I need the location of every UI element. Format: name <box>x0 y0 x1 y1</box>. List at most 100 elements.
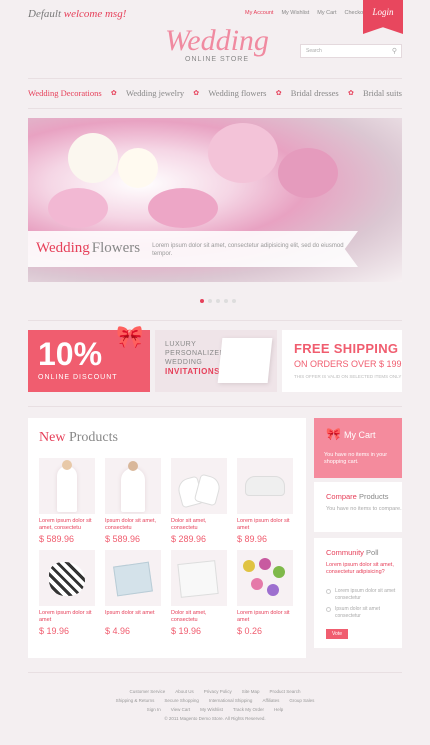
search-icon[interactable]: ⚲ <box>392 47 397 55</box>
product-name[interactable]: Dolor sit amet, consectetu <box>171 518 227 532</box>
main-menu: Wedding Decorations ✿ Wedding jewelry ✿ … <box>28 84 402 102</box>
slider-dot[interactable] <box>200 299 204 303</box>
login-button[interactable]: Login <box>363 0 403 34</box>
product-name[interactable]: Lorem ipsum dolor sit amet <box>237 610 293 624</box>
footer-link[interactable]: Affiliates <box>262 696 279 705</box>
my-account-link[interactable]: My Account <box>245 10 273 16</box>
shipping-title: FREE SHIPPING <box>294 341 399 356</box>
product-card[interactable]: Dolor sit amet, consectetu $ 19.96 <box>171 550 227 636</box>
my-cart-link[interactable]: My Cart <box>317 10 336 16</box>
product-image[interactable] <box>237 550 293 606</box>
site-logo[interactable]: Wedding ONLINE STORE <box>157 24 277 64</box>
poll-option-label: Ipsum dolor sit amet consectetur <box>335 606 381 619</box>
footer-link[interactable]: Help <box>274 705 283 714</box>
product-image[interactable] <box>105 458 161 514</box>
menu-item-bridal-dresses[interactable]: Bridal dresses <box>291 88 339 98</box>
logo-title: Wedding <box>165 24 269 57</box>
footer-link[interactable]: International Shipping <box>209 696 253 705</box>
product-name[interactable]: Lorem ipsum dolor sit amet <box>237 518 293 532</box>
flower-icon: ✿ <box>193 89 200 97</box>
product-image[interactable] <box>105 550 161 606</box>
poll-title-a: Community <box>326 548 364 557</box>
footer-link[interactable]: Sign In <box>147 705 161 714</box>
shipping-banner[interactable]: FREE SHIPPING ON ORDERS OVER $ 199 THIS … <box>282 330 402 392</box>
product-card[interactable]: Ipsum dolor sit amet $ 4.96 <box>105 550 161 636</box>
discount-label: ONLINE DISCOUNT <box>38 374 118 381</box>
footer-link[interactable]: Privacy Policy <box>204 687 232 696</box>
menu-item-bridal-suits[interactable]: Bridal suits <box>363 88 402 98</box>
slider-dot[interactable] <box>224 299 228 303</box>
product-card[interactable]: Lorem ipsum dolor sit amet $ 0.26 <box>237 550 293 636</box>
footer-link[interactable]: Track My Order <box>233 705 264 714</box>
inv-line1: LUXURY <box>165 341 197 348</box>
footer-link[interactable]: Site Map <box>242 687 260 696</box>
compare-title-a: Compare <box>326 492 357 501</box>
product-card[interactable]: Lorem ipsum dolor sit amet $ 19.96 <box>39 550 95 636</box>
invitation-card-image <box>217 338 273 383</box>
welcome-message: Default welcome msg! <box>28 8 126 20</box>
product-image[interactable] <box>39 458 95 514</box>
poll-title-b: Poll <box>366 548 379 557</box>
inv-line2: PERSONALIZED <box>165 350 226 357</box>
product-card[interactable]: Dolor sit amet, consectetu $ 289.96 <box>171 458 227 544</box>
flower-image <box>208 123 278 183</box>
top-links: My Account My Wishlist My Cart Checkout <box>245 10 368 16</box>
footer-link[interactable]: About Us <box>175 687 194 696</box>
product-name[interactable]: Lorem ipsum dolor sit amet, consectetu <box>39 518 95 532</box>
footer-row: Customer Service About Us Privacy Policy… <box>80 687 350 696</box>
slider-dot[interactable] <box>216 299 220 303</box>
slider-dot[interactable] <box>232 299 236 303</box>
flower-image <box>118 148 158 188</box>
footer-link[interactable]: Secure Shopping <box>164 696 199 705</box>
search-input[interactable]: Search ⚲ <box>300 44 402 58</box>
product-image[interactable] <box>171 550 227 606</box>
cart-title: My Cart <box>344 430 376 440</box>
compare-description: You have no items to compare. <box>326 506 402 512</box>
product-grid: Lorem ipsum dolor sit amet, consectetu $… <box>39 458 293 636</box>
poll-title: Community Poll <box>326 548 379 557</box>
product-image[interactable] <box>237 458 293 514</box>
product-name[interactable]: Dolor sit amet, consectetu <box>171 610 227 624</box>
menu-item-wedding-jewelry[interactable]: Wedding jewelry <box>126 88 184 98</box>
poll-option[interactable]: Lorem ipsum dolor sit amet consectetur <box>326 588 396 602</box>
copyright: © 2011 Magento Demo Store. All Rights Re… <box>164 716 266 721</box>
product-price: $ 4.96 <box>105 626 131 636</box>
menu-item-wedding-flowers[interactable]: Wedding flowers <box>208 88 266 98</box>
product-card[interactable]: Ipsum dolor sit amet, consectetu $ 589.9… <box>105 458 161 544</box>
footer-link[interactable]: Group Sales <box>289 696 314 705</box>
divider <box>28 672 402 673</box>
footer-link[interactable]: Shipping & Returns <box>116 696 155 705</box>
my-wishlist-link[interactable]: My Wishlist <box>281 10 309 16</box>
footer-link[interactable]: View Cart <box>171 705 190 714</box>
product-name[interactable]: Ipsum dolor sit amet <box>105 610 161 624</box>
discount-percent: 10% <box>38 336 103 372</box>
flower-icon: ✿ <box>347 89 354 97</box>
discount-banner[interactable]: 10% ONLINE DISCOUNT 🎀 <box>28 324 150 392</box>
divider <box>28 78 402 79</box>
compare-block: Compare Products You have no items to co… <box>314 482 402 532</box>
product-name[interactable]: Ipsum dolor sit amet, consectetu <box>105 518 161 532</box>
product-card[interactable]: Lorem ipsum dolor sit amet $ 89.96 <box>237 458 293 544</box>
product-price: $ 289.96 <box>171 534 207 544</box>
footer-link[interactable]: Customer Service <box>129 687 165 696</box>
product-name[interactable]: Lorem ipsum dolor sit amet <box>39 610 95 624</box>
vote-button[interactable]: Vote <box>326 629 349 639</box>
my-cart-block[interactable]: 🎀 My Cart You have no items in your shop… <box>314 418 402 478</box>
footer-link[interactable]: My Wishlist <box>200 705 223 714</box>
radio-icon[interactable] <box>326 607 331 612</box>
bow-icon: 🎀 <box>116 324 144 349</box>
menu-item-wedding-decorations[interactable]: Wedding Decorations <box>28 88 102 98</box>
welcome-text: welcome msg! <box>63 8 127 20</box>
product-image[interactable] <box>39 550 95 606</box>
slider-dot[interactable] <box>208 299 212 303</box>
hero-slider[interactable]: Wedding Flowers Lorem ipsum dolor sit am… <box>28 118 402 282</box>
product-price: $ 19.96 <box>39 626 70 636</box>
flower-image <box>48 188 108 228</box>
product-card[interactable]: Lorem ipsum dolor sit amet, consectetu $… <box>39 458 95 544</box>
invitations-banner[interactable]: LUXURY PERSONALIZED WEDDING INVITATIONS <box>155 330 277 392</box>
product-image[interactable] <box>171 458 227 514</box>
poll-option[interactable]: Ipsum dolor sit amet consectetur <box>326 606 396 620</box>
compare-title: Compare Products <box>326 492 389 501</box>
footer-link[interactable]: Product Search <box>270 687 301 696</box>
radio-icon[interactable] <box>326 589 331 594</box>
